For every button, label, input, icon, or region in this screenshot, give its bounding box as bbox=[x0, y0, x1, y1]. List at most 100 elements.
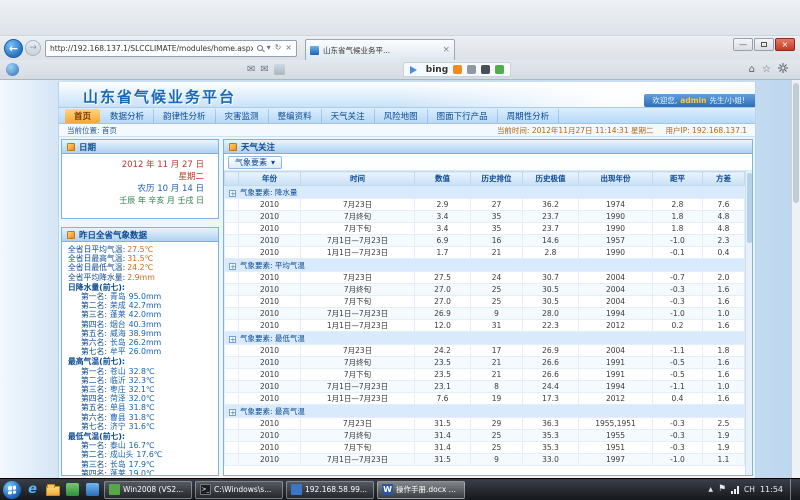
vendor-logo-icon[interactable] bbox=[6, 63, 19, 76]
apps-grid-icon[interactable] bbox=[274, 64, 285, 75]
cell: 2010 bbox=[239, 393, 301, 405]
stat-line: 全省日平均气温:27.5℃ bbox=[68, 245, 216, 254]
table-row[interactable]: 20107月下旬23.52126.61991-0.51.6 bbox=[225, 369, 745, 381]
language-indicator[interactable]: CH bbox=[744, 485, 755, 494]
refresh-icon[interactable]: ↻ bbox=[275, 44, 282, 52]
nav-item-8[interactable]: 周期性分析 bbox=[498, 109, 560, 123]
table-row[interactable]: 20101月1日—7月23日1.7212.81990-0.10.4 bbox=[225, 247, 745, 259]
orange-app-icon[interactable] bbox=[453, 65, 462, 74]
tab-close-icon[interactable]: × bbox=[442, 45, 450, 55]
show-desktop-button[interactable] bbox=[790, 479, 795, 500]
cell: 7月1日—7月23日 bbox=[301, 454, 415, 466]
mail-icon[interactable]: ✉ bbox=[247, 65, 255, 75]
home-icon[interactable]: ⌂ bbox=[749, 65, 755, 75]
address-bar[interactable]: http://192.168.137.1/SLCCLIMATE/modules/… bbox=[45, 40, 297, 57]
table-row[interactable]: 20107月终旬31.42535.31955-0.31.9 bbox=[225, 430, 745, 442]
cell: 1951 bbox=[579, 442, 653, 454]
table-row[interactable]: 20107月23日27.52430.72004-0.72.0 bbox=[225, 272, 745, 284]
start-button[interactable] bbox=[3, 481, 21, 499]
forward-button[interactable]: → bbox=[25, 40, 41, 56]
table-row[interactable]: 20107月终旬23.52126.61991-0.51.6 bbox=[225, 357, 745, 369]
gear-icon[interactable] bbox=[778, 63, 788, 76]
page-scrollbar-thumb[interactable] bbox=[793, 83, 799, 203]
cell: 2010 bbox=[239, 223, 301, 235]
group-row[interactable]: + 气象要素: 平均气温 bbox=[225, 259, 745, 272]
taskbar-button-0[interactable]: Win2008 (VS2... bbox=[104, 481, 192, 499]
cell: 7月23日 bbox=[301, 418, 415, 430]
taskbar-explorer-icon[interactable] bbox=[44, 481, 61, 498]
table-row[interactable]: 20107月23日2.92736.219742.87.6 bbox=[225, 199, 745, 211]
group-label: 气象要素: 平均气温 bbox=[240, 261, 305, 270]
cell: 2.9 bbox=[415, 199, 471, 211]
group-row[interactable]: +气象要素: 降水量 bbox=[225, 186, 745, 199]
taskbar-remote-desktop-icon[interactable] bbox=[84, 481, 101, 498]
window-titlebar[interactable] bbox=[0, 0, 800, 36]
nav-item-7[interactable]: 图面下行产品 bbox=[428, 109, 498, 123]
group-row[interactable]: + 气象要素: 最低气温 bbox=[225, 332, 745, 345]
expand-icon[interactable]: + bbox=[229, 263, 236, 270]
bing-logo[interactable]: bing bbox=[426, 65, 448, 75]
cell: -1.1 bbox=[653, 345, 703, 357]
maximize-button[interactable] bbox=[754, 38, 774, 51]
cell: 2004 bbox=[579, 272, 653, 284]
table-row[interactable]: 20107月1日—7月23日31.5933.01997-1.01.1 bbox=[225, 454, 745, 466]
table-row[interactable]: 20107月1日—7月23日23.1824.41994-1.11.0 bbox=[225, 381, 745, 393]
send-icon[interactable] bbox=[410, 66, 421, 74]
breadcrumb-bar: 当前位置: 首页 当前时间: 2012年11月27日 11:14:31 星期二 … bbox=[59, 124, 755, 137]
nav-item-3[interactable]: 灾害监测 bbox=[216, 109, 269, 123]
tray-chevron-icon[interactable]: ▲ bbox=[708, 486, 713, 493]
taskbar-clock[interactable]: 11:54 bbox=[760, 485, 783, 494]
element-filter-button[interactable]: 气象要素 ▾ bbox=[228, 156, 282, 169]
nav-item-0[interactable]: 首页 bbox=[65, 109, 100, 123]
autocomplete-dropdown-icon[interactable]: ▾ bbox=[267, 44, 271, 52]
stop-icon[interactable]: × bbox=[285, 44, 292, 52]
taskbar-button-1[interactable]: >_C:\Windows\s... bbox=[195, 481, 283, 499]
table-row[interactable]: 20107月1日—7月23日26.9928.01994-1.01.0 bbox=[225, 308, 745, 320]
expand-icon[interactable]: + bbox=[229, 336, 236, 343]
minimize-button[interactable]: — bbox=[733, 38, 753, 51]
nav-item-5[interactable]: 天气关注 bbox=[322, 109, 375, 123]
header-cell: 方差 bbox=[703, 172, 745, 186]
table-row[interactable]: 20107月终旬3.43523.719901.84.8 bbox=[225, 211, 745, 223]
expand-icon[interactable]: + bbox=[229, 409, 236, 416]
calendar-panel-title: 日期 bbox=[79, 141, 96, 153]
nav-item-2[interactable]: 韵律性分析 bbox=[154, 109, 216, 123]
favorites-star-icon[interactable]: ☆ bbox=[762, 65, 771, 75]
cell: 7月23日 bbox=[301, 199, 415, 211]
paw-icon[interactable] bbox=[481, 65, 490, 74]
window-caption-buttons: — × bbox=[733, 38, 795, 51]
close-button[interactable]: × bbox=[775, 38, 795, 51]
url-text: http://192.168.137.1/SLCCLIMATE/modules/… bbox=[50, 44, 253, 53]
table-row[interactable]: 20101月1日—7月23日12.03122.320120.21.6 bbox=[225, 320, 745, 332]
table-row[interactable]: 20101月1日—7月23日7.61917.320120.41.6 bbox=[225, 393, 745, 405]
table-row[interactable]: 20107月下旬27.02530.52004-0.31.6 bbox=[225, 296, 745, 308]
back-button[interactable]: ← bbox=[4, 39, 23, 58]
browser-tab[interactable]: 山东省气候业务平... × bbox=[305, 39, 455, 60]
group-label: 气象要素: 最低气温 bbox=[240, 334, 305, 343]
camera-icon[interactable] bbox=[467, 65, 476, 74]
table-scrollbar-thumb[interactable] bbox=[747, 173, 752, 243]
table-row[interactable]: 20107月下旬3.43523.719901.84.8 bbox=[225, 223, 745, 235]
table-row[interactable]: 20107月1日—7月23日6.91614.61957-1.02.3 bbox=[225, 235, 745, 247]
search-icon[interactable] bbox=[257, 45, 263, 51]
taskbar-ie-icon[interactable]: e bbox=[24, 481, 41, 498]
taskbar-server-manager-icon[interactable] bbox=[64, 481, 81, 498]
green-app-icon[interactable] bbox=[495, 65, 504, 74]
nav-item-6[interactable]: 风险地图 bbox=[375, 109, 428, 123]
cell: 2.0 bbox=[703, 272, 745, 284]
expand-icon[interactable]: + bbox=[229, 190, 236, 197]
table-row[interactable]: 20107月终旬27.02530.52004-0.31.6 bbox=[225, 284, 745, 296]
table-row[interactable]: 20107月23日31.52936.31955,1951-0.32.5 bbox=[225, 418, 745, 430]
action-center-flag-icon[interactable]: ⚑ bbox=[718, 485, 726, 494]
mail-icon-2[interactable]: ✉ bbox=[260, 65, 268, 75]
taskbar-button-3[interactable]: W操作手册.docx ... bbox=[377, 481, 465, 499]
nav-item-4[interactable]: 整编资料 bbox=[269, 109, 322, 123]
group-row[interactable]: +气象要素: 最高气温 bbox=[225, 405, 745, 418]
network-icon[interactable] bbox=[731, 486, 739, 494]
page-scrollbar[interactable] bbox=[791, 80, 800, 478]
table-row[interactable]: 20107月23日24.21726.92004-1.11.8 bbox=[225, 345, 745, 357]
taskbar-button-2[interactable]: 192.168.58.99... bbox=[286, 481, 374, 499]
nav-item-1[interactable]: 数据分析 bbox=[101, 109, 154, 123]
table-row[interactable]: 20107月下旬31.42535.31951-0.31.9 bbox=[225, 442, 745, 454]
table-scrollbar[interactable] bbox=[745, 171, 752, 475]
